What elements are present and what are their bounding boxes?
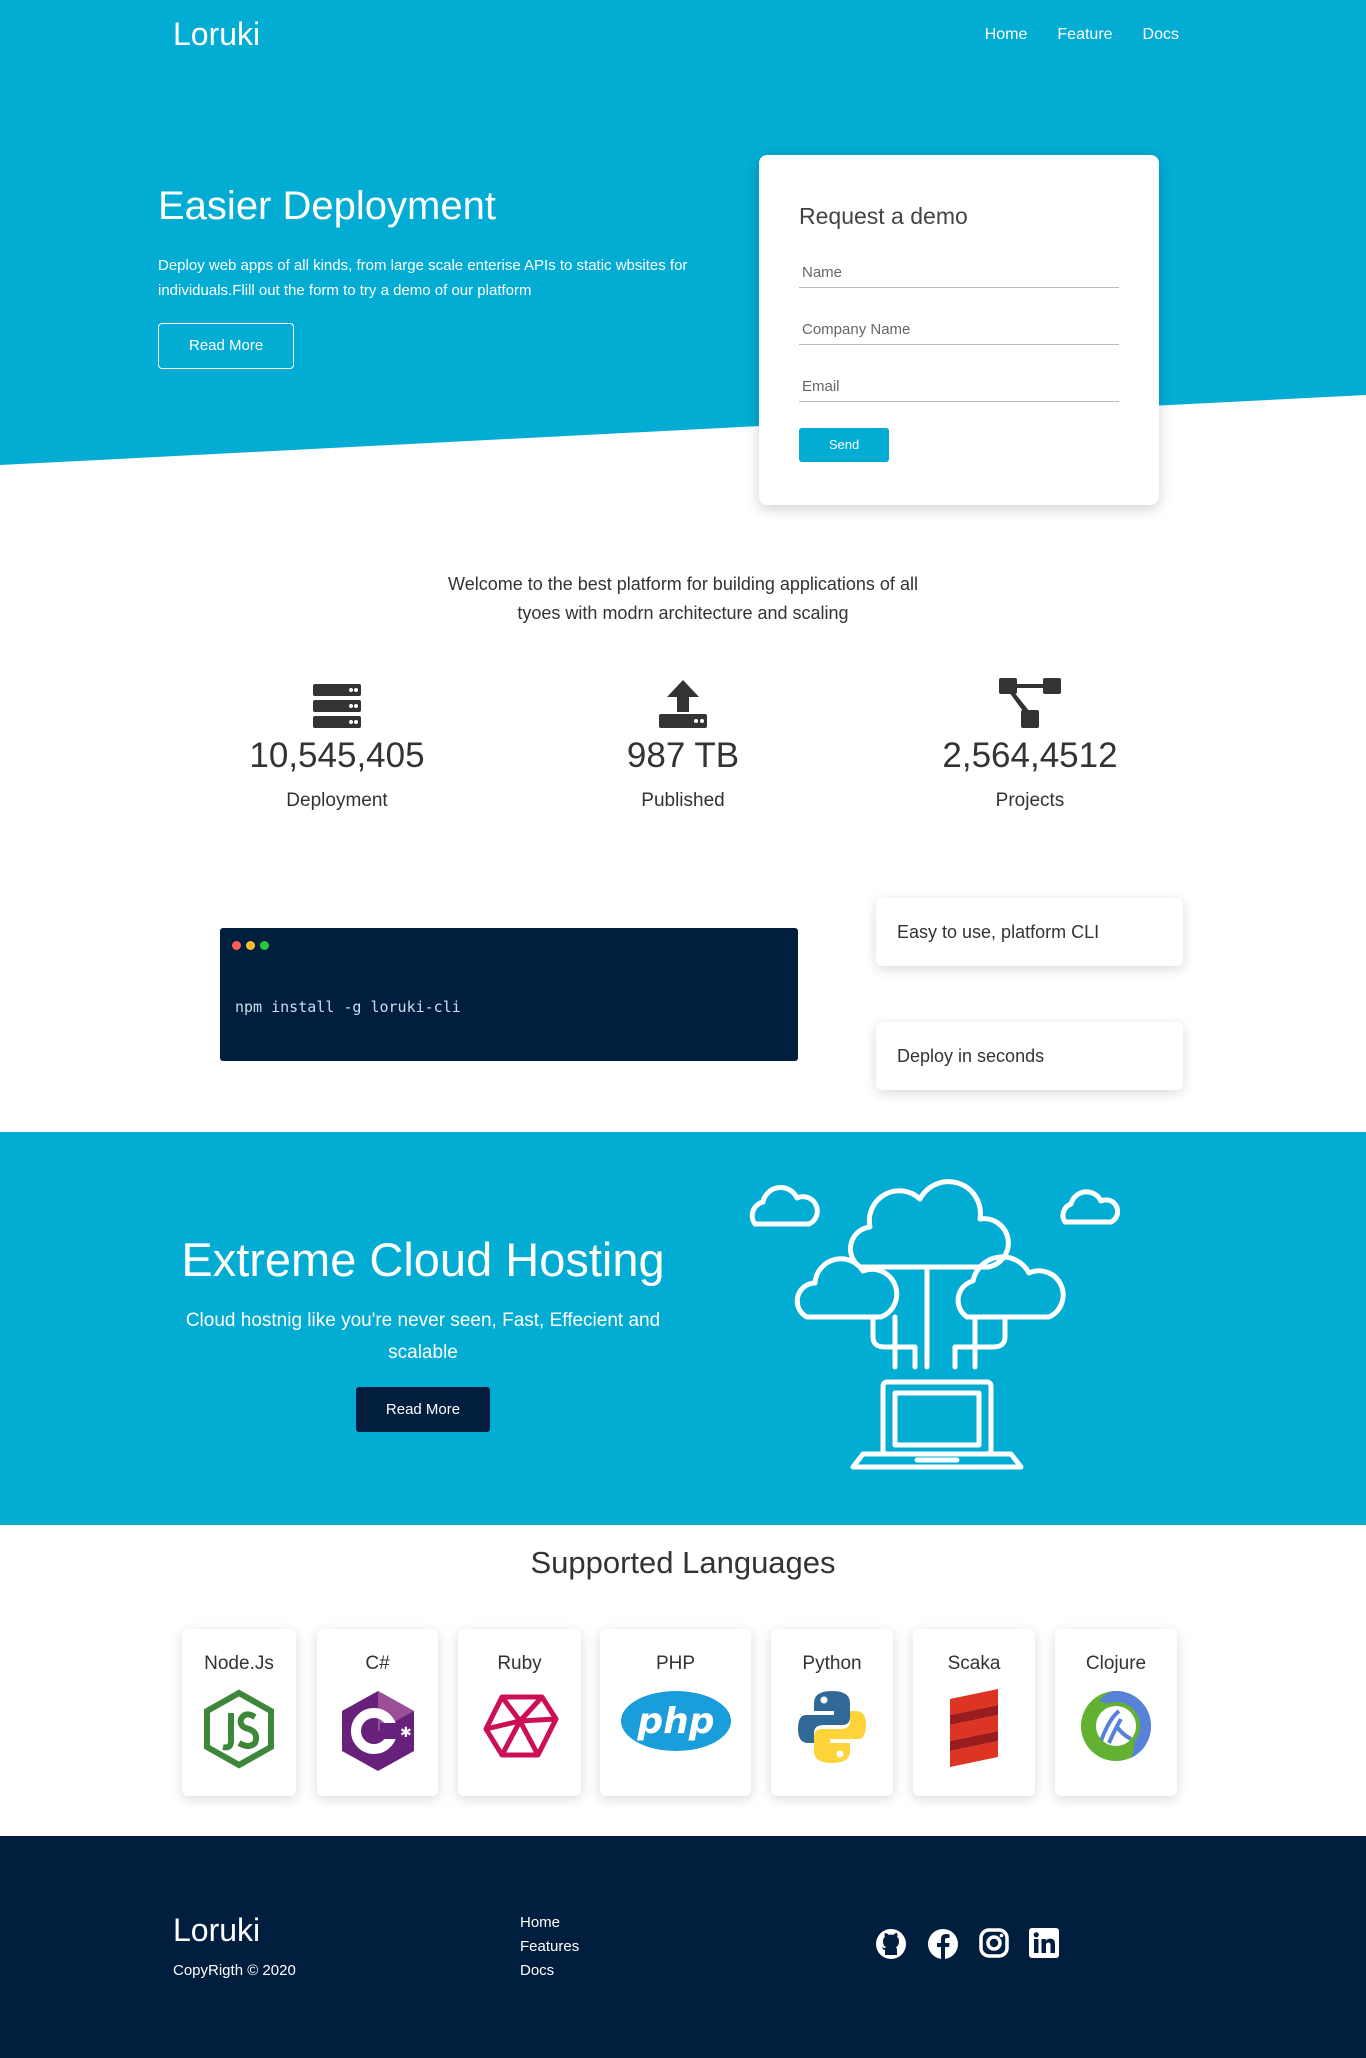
lang-name: Clojure bbox=[1085, 1653, 1147, 1674]
footer-links: Home Features Docs bbox=[520, 1914, 579, 1979]
stat-value: 987 TB bbox=[626, 736, 740, 775]
lang-name: C# bbox=[365, 1653, 390, 1674]
lang-card-php: PHP php bbox=[600, 1629, 751, 1796]
hero-title: Easier Deployment bbox=[158, 184, 496, 228]
lang-name: PHP bbox=[655, 1653, 696, 1674]
maximize-dot-icon bbox=[260, 941, 269, 950]
stat-projects: 2,564,4512 Projects bbox=[900, 670, 1160, 812]
social-links bbox=[875, 1928, 1059, 1965]
instagram-icon[interactable] bbox=[979, 1928, 1009, 1965]
project-diagram-icon bbox=[900, 670, 1160, 728]
stat-value: 2,564,4512 bbox=[942, 736, 1118, 775]
cloud-read-more-button[interactable]: Read More bbox=[355, 1387, 491, 1432]
lang-card-python: Python bbox=[771, 1629, 893, 1796]
send-button[interactable]: Send bbox=[799, 428, 889, 462]
lang-name: Python bbox=[802, 1653, 862, 1674]
nav-feature[interactable]: Feature bbox=[1057, 26, 1112, 44]
nav-home[interactable]: Home bbox=[985, 26, 1028, 44]
stat-published: 987 TB Published bbox=[553, 670, 813, 812]
csharp-logo-icon: ✱ bbox=[317, 1689, 438, 1773]
cloud-hosting-illustration bbox=[749, 1179, 1121, 1470]
nav-docs[interactable]: Docs bbox=[1143, 26, 1179, 44]
footer-link-features[interactable]: Features bbox=[520, 1938, 579, 1955]
server-icon bbox=[207, 670, 467, 728]
lang-card-ruby: Ruby bbox=[458, 1629, 581, 1796]
linkedin-icon[interactable] bbox=[1029, 1928, 1059, 1965]
cli-command: npm install -g loruki-cli bbox=[235, 998, 461, 1016]
cli-terminal: npm install -g loruki-cli bbox=[220, 928, 798, 1061]
footer-link-docs[interactable]: Docs bbox=[520, 1962, 579, 1979]
nodejs-logo-icon bbox=[182, 1689, 296, 1769]
feature-card-cli: Easy to use, platform CLI bbox=[876, 898, 1183, 966]
lang-card-clojure: Clojure bbox=[1055, 1629, 1177, 1796]
close-dot-icon bbox=[232, 941, 241, 950]
languages-title: Supported Languages bbox=[530, 1545, 836, 1580]
lang-name: Scaka bbox=[947, 1653, 1001, 1674]
lang-card-nodejs: Node.Js bbox=[182, 1629, 296, 1796]
scala-logo-icon bbox=[913, 1689, 1035, 1769]
ruby-logo-icon bbox=[458, 1689, 581, 1763]
clojure-logo-icon bbox=[1055, 1689, 1177, 1763]
hero-text: Easier Deployment Deploy web apps of all… bbox=[158, 184, 718, 369]
lang-card-csharp: C# ✱ bbox=[317, 1629, 438, 1796]
svg-text:php: php bbox=[636, 1701, 714, 1742]
welcome-text: Welcome to the best platform for buildin… bbox=[0, 570, 1366, 628]
hero-read-more-button[interactable]: Read More bbox=[158, 323, 295, 369]
nav-links: Home Feature Docs bbox=[985, 26, 1179, 44]
footer-brand[interactable]: Loruki bbox=[173, 1912, 260, 1949]
stat-label: Deployment bbox=[286, 790, 388, 811]
php-logo-icon: php bbox=[600, 1689, 751, 1753]
python-logo-icon bbox=[771, 1689, 893, 1765]
feature-card-deploy: Deploy in seconds bbox=[876, 1022, 1183, 1090]
company-name-field[interactable]: Company Name bbox=[799, 321, 1119, 345]
footer-copyright: CopyRigth © 2020 bbox=[173, 1962, 296, 1979]
github-icon[interactable] bbox=[875, 1928, 907, 1965]
facebook-icon[interactable] bbox=[927, 1928, 959, 1965]
welcome-paragraph: Welcome to the best platform for buildin… bbox=[448, 574, 918, 623]
demo-form-title: Request a demo bbox=[799, 203, 968, 229]
lang-card-scala: Scaka bbox=[913, 1629, 1035, 1796]
email-field[interactable]: Email bbox=[799, 378, 1119, 402]
lang-name: Node.Js bbox=[204, 1653, 274, 1674]
minimize-dot-icon bbox=[246, 941, 255, 950]
hero-section: Loruki Home Feature Docs Easier Deployme… bbox=[0, 0, 1366, 510]
footer: Loruki CopyRigth © 2020 Home Features Do… bbox=[0, 1836, 1366, 2058]
cloud-description: Cloud hostnig like you're never seen, Fa… bbox=[185, 1310, 661, 1363]
stat-label: Published bbox=[641, 790, 725, 811]
upload-icon bbox=[553, 670, 813, 728]
request-demo-form: Request a demo Name Company Name Email S… bbox=[759, 155, 1159, 505]
cloud-section: Extreme Cloud Hosting Cloud hostnig like… bbox=[0, 1132, 1366, 1525]
hero-description: Deploy web apps of all kinds, from large… bbox=[158, 257, 688, 299]
brand-logo[interactable]: Loruki bbox=[173, 16, 260, 53]
lang-name: Ruby bbox=[497, 1653, 542, 1674]
stat-deployment: 10,545,405 Deployment bbox=[207, 670, 467, 812]
window-dots bbox=[232, 941, 269, 950]
stat-value: 10,545,405 bbox=[249, 736, 425, 775]
footer-link-home[interactable]: Home bbox=[520, 1914, 579, 1931]
cloud-title: Extreme Cloud Hosting bbox=[181, 1233, 665, 1286]
stat-label: Projects bbox=[995, 790, 1065, 811]
svg-text:✱: ✱ bbox=[400, 1725, 412, 1741]
cloud-text: Extreme Cloud Hosting Cloud hostnig like… bbox=[173, 1232, 673, 1432]
name-field[interactable]: Name bbox=[799, 264, 1119, 288]
navbar: Loruki Home Feature Docs bbox=[0, 0, 1366, 72]
